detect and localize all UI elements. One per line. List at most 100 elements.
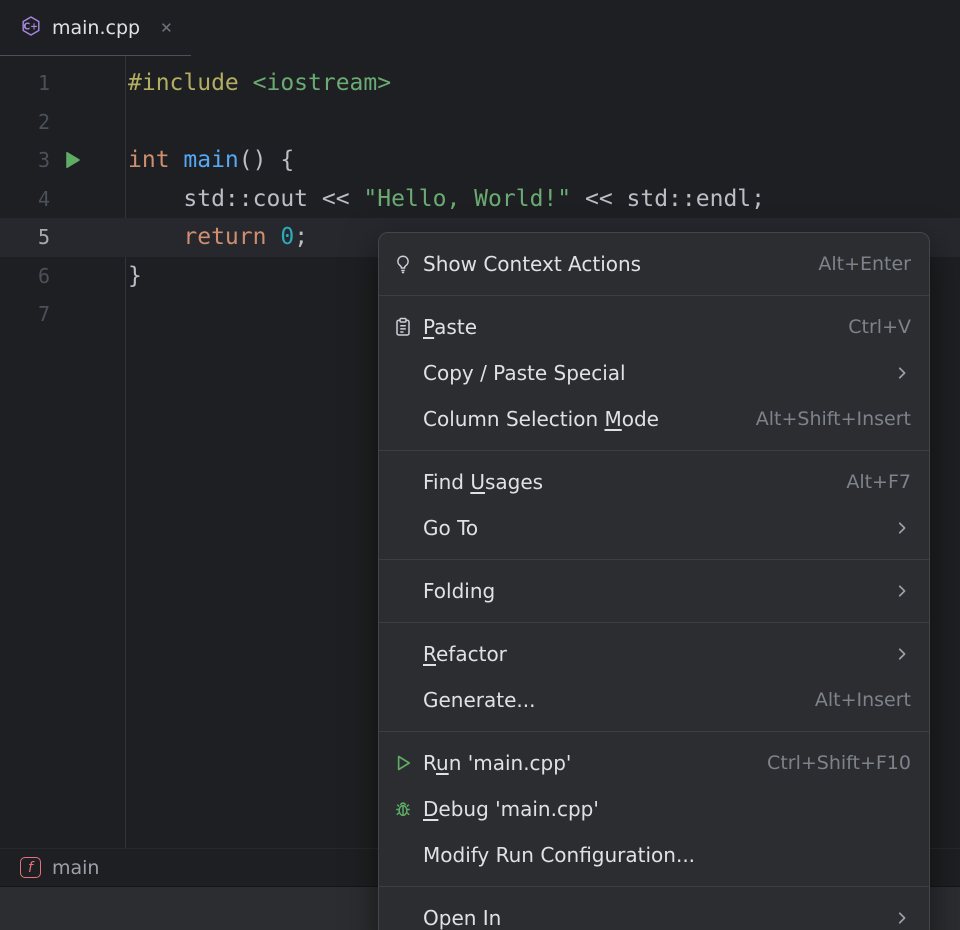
icon-spacer [391, 361, 415, 385]
menu-item-label: Refactor [423, 642, 893, 666]
submenu-chevron-icon [893, 645, 911, 663]
menu-item-folding[interactable]: Folding [379, 568, 929, 614]
code-token: "Hello, World!" [363, 186, 571, 212]
code-token: int [128, 147, 183, 173]
code-text: std::cout << "Hello, World!" << std::end… [125, 180, 960, 219]
icon-spacer [391, 688, 415, 712]
gutter-cell [50, 64, 125, 103]
menu-shortcut: Alt+F7 [846, 471, 911, 493]
menu-item-label: Go To [423, 516, 893, 540]
code-line-4[interactable]: 4 std::cout << "Hello, World!" << std::e… [0, 180, 960, 219]
code-text: #include <iostream> [125, 64, 960, 103]
gutter-cell [50, 141, 125, 180]
menu-separator [379, 886, 929, 887]
function-icon: f [20, 857, 41, 878]
menu-shortcut: Alt+Enter [818, 253, 911, 275]
menu-item-column-selection-mode[interactable]: Column Selection ModeAlt+Shift+Insert [379, 396, 929, 442]
code-line-1[interactable]: 1 #include <iostream> [0, 64, 960, 103]
line-number: 7 [0, 295, 50, 334]
gutter-cell [50, 295, 125, 334]
menu-item-find-usages[interactable]: Find UsagesAlt+F7 [379, 459, 929, 505]
menu-item-paste[interactable]: PasteCtrl+V [379, 304, 929, 350]
icon-spacer [391, 516, 415, 540]
gutter-cell [50, 257, 125, 296]
menu-shortcut: Alt+Insert [815, 689, 911, 711]
code-token: return [183, 224, 280, 250]
menu-item-label: Run 'main.cpp' [423, 751, 767, 775]
menu-item-open-in[interactable]: Open In [379, 895, 929, 930]
tab-close-icon[interactable]: ✕ [160, 19, 173, 37]
menu-item-refactor[interactable]: Refactor [379, 631, 929, 677]
line-number: 3 [0, 141, 50, 180]
icon-spacer [391, 906, 415, 930]
code-token: ; [294, 224, 308, 250]
icon-spacer [391, 470, 415, 494]
submenu-chevron-icon [893, 909, 911, 927]
code-token: main [183, 147, 238, 173]
menu-separator [379, 622, 929, 623]
gutter-cell [50, 103, 125, 142]
menu-item-run-main-cpp[interactable]: Run 'main.cpp'Ctrl+Shift+F10 [379, 740, 929, 786]
editor-context-menu: Show Context ActionsAlt+Enter PasteCtrl+V… [378, 232, 930, 930]
menu-item-copy-paste-special[interactable]: Copy / Paste Special [379, 350, 929, 396]
cpp-file-icon: C+ [20, 15, 42, 41]
code-token: <iostream> [253, 70, 391, 96]
run-icon [391, 751, 415, 775]
menu-item-label: Open In [423, 906, 893, 930]
menu-item-label: Folding [423, 579, 893, 603]
menu-item-modify-run-configuration[interactable]: Modify Run Configuration... [379, 832, 929, 878]
menu-shortcut: Ctrl+V [848, 316, 911, 338]
line-number: 5 [0, 218, 50, 257]
code-text: int main() { [125, 141, 960, 180]
submenu-chevron-icon [893, 582, 911, 600]
code-token: () { [239, 147, 294, 173]
menu-item-go-to[interactable]: Go To [379, 505, 929, 551]
code-line-2[interactable]: 2 [0, 103, 960, 142]
code-token: std::cout << [128, 186, 363, 212]
tab-main-cpp[interactable]: C+ main.cpp ✕ [0, 0, 191, 56]
code-line-3[interactable]: 3 int main() { [0, 141, 960, 180]
menu-shortcut: Alt+Shift+Insert [756, 408, 911, 430]
icon-spacer [391, 642, 415, 666]
lightbulb-icon [391, 252, 415, 276]
menu-separator [379, 559, 929, 560]
editor-tab-bar: C+ main.cpp ✕ [0, 0, 960, 56]
menu-shortcut: Ctrl+Shift+F10 [767, 752, 911, 774]
code-token: } [128, 263, 142, 289]
line-number: 4 [0, 180, 50, 219]
code-token [128, 224, 183, 250]
line-number: 1 [0, 64, 50, 103]
submenu-chevron-icon [893, 364, 911, 382]
menu-item-label: Paste [423, 315, 848, 339]
gutter-cell [50, 180, 125, 219]
menu-separator [379, 731, 929, 732]
debug-icon [391, 797, 415, 821]
menu-item-debug-main-cpp[interactable]: Debug 'main.cpp' [379, 786, 929, 832]
menu-item-label: Find Usages [423, 470, 846, 494]
menu-item-label: Copy / Paste Special [423, 361, 893, 385]
svg-text:C+: C+ [23, 21, 38, 32]
ide-window: C+ main.cpp ✕ 1 #include <iostream> 23 int … [0, 0, 960, 930]
tab-title: main.cpp [52, 17, 140, 39]
icon-spacer [391, 843, 415, 867]
gutter-cell [50, 218, 125, 257]
code-token: << std::endl; [571, 186, 765, 212]
submenu-chevron-icon [893, 519, 911, 537]
code-text [125, 103, 960, 142]
code-token: 0 [280, 224, 294, 250]
code-token: #include [128, 70, 253, 96]
breadcrumb-item-main[interactable]: main [52, 857, 99, 879]
run-line-icon[interactable] [61, 149, 83, 171]
icon-spacer [391, 579, 415, 603]
menu-item-show-context-actions[interactable]: Show Context ActionsAlt+Enter [379, 241, 929, 287]
menu-item-label: Generate... [423, 688, 815, 712]
menu-item-label: Show Context Actions [423, 252, 818, 276]
icon-spacer [391, 407, 415, 431]
menu-item-generate[interactable]: Generate...Alt+Insert [379, 677, 929, 723]
menu-item-label: Debug 'main.cpp' [423, 797, 911, 821]
menu-separator [379, 450, 929, 451]
line-number: 6 [0, 257, 50, 296]
menu-item-label: Column Selection Mode [423, 407, 756, 431]
line-number: 2 [0, 103, 50, 142]
function-icon-letter: f [28, 861, 33, 875]
